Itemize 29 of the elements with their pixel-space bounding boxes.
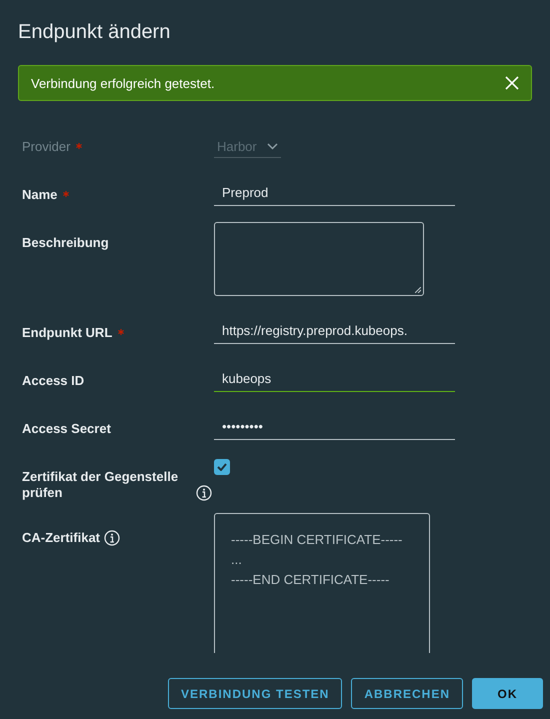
input-field[interactable]: •••••••••	[214, 419, 455, 440]
checkmark-icon	[217, 463, 227, 471]
close-icon[interactable]	[505, 76, 519, 90]
field-label: Zertifikat der Gegenstelle prüfen	[22, 469, 180, 501]
alert-message: Verbindung erfolgreich getestet.	[31, 76, 215, 90]
input-field[interactable]: https://registry.preprod.kubeops.	[214, 323, 455, 344]
field-label: Beschreibung	[22, 235, 109, 251]
certificate-line: -----BEGIN CERTIFICATE-----	[231, 532, 404, 547]
info-icon[interactable]	[196, 485, 212, 501]
input-field[interactable]: kubeops	[214, 371, 455, 392]
certificate-line: -----END CERTIFICATE-----	[231, 572, 390, 587]
checkbox[interactable]	[214, 459, 230, 475]
dialog-button[interactable]: VERBINDUNG TESTEN	[168, 678, 342, 709]
field-label: Access Secret	[22, 421, 111, 437]
field-label: CA-Zertifikat	[22, 530, 100, 546]
text-area[interactable]	[214, 222, 424, 296]
input-field[interactable]: Preprod	[214, 185, 455, 206]
field-label: Provider	[22, 139, 70, 155]
field-label: Name	[22, 187, 58, 203]
dialog-button[interactable]: ABBRECHEN	[351, 678, 463, 709]
text-area[interactable]: -----BEGIN CERTIFICATE----- ... -----END CERTIFICATE-----	[214, 513, 430, 653]
ok-button[interactable]: OK	[472, 678, 543, 709]
chevron-down-icon	[266, 143, 278, 150]
certificate-line: ...	[231, 552, 243, 567]
info-icon[interactable]	[104, 530, 120, 546]
resize-grip-icon[interactable]	[415, 287, 421, 293]
field-label: Access ID	[22, 373, 84, 389]
field-label: Endpunkt URL	[22, 325, 112, 341]
dialog-title: Endpunkt ändern	[17, 20, 172, 44]
